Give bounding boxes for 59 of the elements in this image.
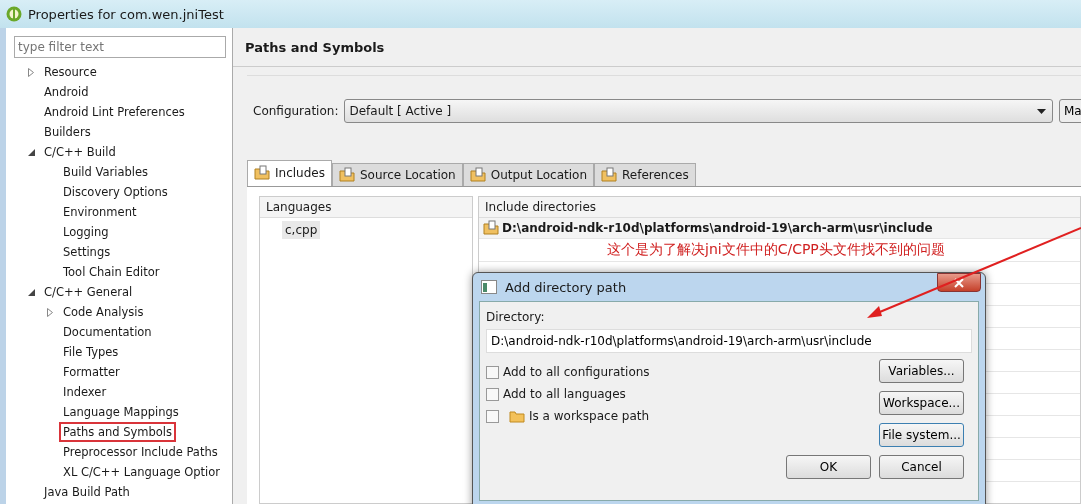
tree-item[interactable]: Logging (59, 222, 113, 242)
annotation-text: 这个是为了解决jni文件中的C/CPP头文件找不到的问题 (607, 241, 945, 259)
tree-item[interactable]: Discovery Options (59, 182, 172, 202)
checkbox-label: Add to all configurations (503, 365, 650, 379)
dialog-button[interactable]: Workspace... (879, 391, 964, 415)
dialog-button[interactable]: OK (786, 455, 871, 479)
tree-item[interactable]: Environment (59, 202, 141, 222)
tree-item[interactable]: Android Lint Preferences (40, 102, 189, 122)
close-icon (954, 277, 964, 288)
folder-icon (254, 164, 270, 181)
column-header: Include directories (479, 197, 1080, 218)
tree-item[interactable]: Android (40, 82, 93, 102)
tree-item[interactable]: Language Mappings (59, 402, 183, 422)
tree-item[interactable]: Tool Chain Editor (59, 262, 164, 282)
filter-field[interactable]: type filter text (14, 36, 226, 58)
checkbox[interactable] (486, 409, 499, 423)
checkbox-label: Is a workspace path (529, 409, 650, 423)
column-header: Languages (260, 197, 472, 218)
dropdown-arrow-icon (1037, 108, 1046, 114)
folder-icon (469, 167, 486, 183)
folder-icon (601, 167, 617, 183)
tree-item[interactable]: Build Variables (59, 162, 153, 182)
dialog-button[interactable]: Variables... (879, 359, 964, 383)
dialog-button[interactable]: Cancel (879, 455, 964, 479)
tree-item[interactable]: Preprocessor Include Paths (59, 442, 222, 462)
window-title: Properties for com.wen.jniTest (28, 6, 224, 22)
tree-item[interactable]: Formatter (59, 362, 124, 382)
tree-item[interactable]: Builders (40, 122, 95, 142)
tree-item[interactable]: Settings (59, 242, 115, 262)
configuration-label: Configuration: (253, 104, 339, 118)
tab[interactable]: Source Location (331, 163, 463, 186)
tree-item[interactable]: Indexer (59, 382, 111, 402)
close-button[interactable] (937, 273, 981, 292)
tree-item[interactable]: Documentation (59, 322, 156, 342)
window-icon (481, 280, 497, 294)
tree-item[interactable]: C/C++ General (40, 282, 137, 302)
directory-label: Directory: (486, 310, 546, 324)
app-icon (6, 6, 22, 22)
tab[interactable]: Output Location (462, 163, 594, 186)
configuration-dropdown[interactable]: Default [ Active ] (344, 99, 1053, 123)
page-title: Paths and Symbols (245, 39, 385, 55)
folder-icon (338, 167, 355, 183)
tree-item[interactable]: Java Build Path (40, 482, 134, 502)
dialog-button[interactable]: File system... (879, 423, 964, 447)
tree-item[interactable]: Resource (40, 62, 101, 82)
language-item[interactable]: c,cpp (282, 221, 321, 239)
tree-item[interactable]: File Types (59, 342, 123, 362)
checkbox[interactable] (486, 387, 499, 401)
dialog-title: Add directory path (505, 279, 627, 295)
manage-button[interactable]: Ma (1059, 99, 1081, 123)
directory-field[interactable]: D:\android-ndk-r10d\platforms\android-19\arch-arm\usr\include (486, 329, 972, 353)
tree-item[interactable]: Code Analysis (59, 302, 148, 322)
checkbox[interactable] (486, 365, 499, 379)
tab[interactable]: References (594, 163, 696, 186)
tree-item[interactable]: C/C++ Build (40, 142, 120, 162)
tab[interactable]: Includes (247, 160, 332, 186)
tree-item[interactable]: Paths and Symbols (59, 422, 177, 442)
checkbox-label: Add to all languages (503, 387, 626, 401)
tree-item[interactable]: XL C/C++ Language Optior (59, 462, 225, 482)
